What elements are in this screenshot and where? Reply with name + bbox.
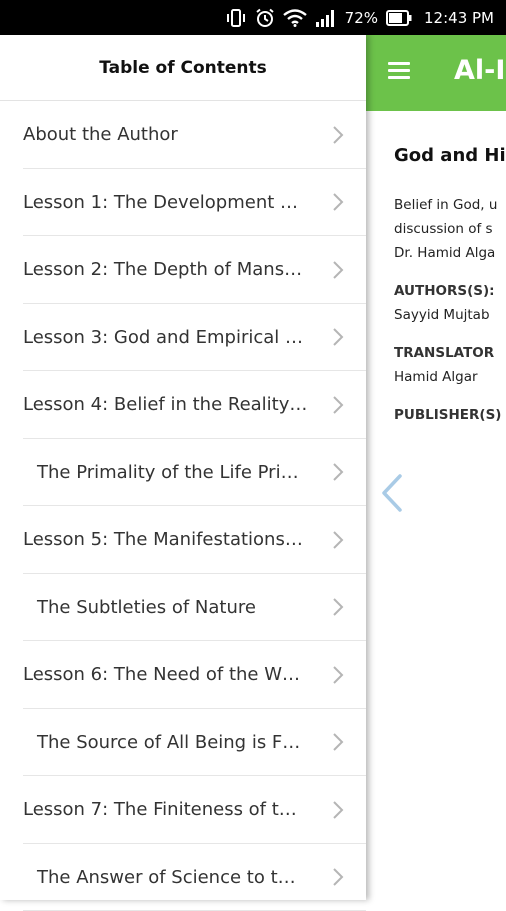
toc-item[interactable]: The Source of All Being is F… xyxy=(0,709,366,777)
description-line: discussion of s xyxy=(394,217,506,241)
chevron-right-icon xyxy=(332,800,344,820)
toc-item-label: Lesson 3: God and Empirical … xyxy=(0,327,303,348)
chevron-right-icon xyxy=(332,462,344,482)
toc-item[interactable]: Lesson 5: The Manifestations… xyxy=(0,506,366,574)
chevron-right-icon xyxy=(332,327,344,347)
alarm-icon xyxy=(255,8,275,28)
chevron-right-icon xyxy=(332,867,344,887)
book-description: Belief in God, u discussion of s Dr. Ham… xyxy=(394,193,506,265)
translators-value: Hamid Algar xyxy=(394,369,478,385)
app-title: Al-Is xyxy=(454,55,506,86)
battery-icon xyxy=(386,10,412,26)
toc-item[interactable]: Lesson 4: Belief in the Reality… xyxy=(0,371,366,439)
menu-icon[interactable] xyxy=(388,62,410,80)
toc-item[interactable]: Lesson 6: The Need of the W… xyxy=(0,641,366,709)
chevron-right-icon xyxy=(332,395,344,415)
toc-item-label: Lesson 7: The Finiteness of t… xyxy=(0,799,297,820)
toc-item-label: Lesson 4: Belief in the Reality… xyxy=(0,394,307,415)
toc-item-label: Lesson 5: The Manifestations… xyxy=(0,529,303,550)
toc-item[interactable]: The Primality of the Life Pri… xyxy=(0,439,366,507)
chevron-right-icon xyxy=(332,597,344,617)
toc-item-label: Lesson 6: The Need of the W… xyxy=(0,664,300,685)
app-bar: Al-Is xyxy=(366,35,506,111)
toc-item-label: The Source of All Being is F… xyxy=(0,732,300,753)
description-line: Belief in God, u xyxy=(394,193,506,217)
toc-item[interactable]: The Subtleties of Nature xyxy=(0,574,366,642)
status-bar: 72% 12:43 PM xyxy=(0,0,506,35)
book-detail-pane: Al-Is God and Hi Belief in God, u discus… xyxy=(366,35,506,900)
description-line: Dr. Hamid Alga xyxy=(394,241,506,265)
battery-percent: 72% xyxy=(345,9,378,27)
previous-arrow-icon[interactable] xyxy=(378,473,406,513)
chevron-right-icon xyxy=(332,125,344,145)
toc-item-label: Lesson 2: The Depth of Mans… xyxy=(0,259,302,280)
publishers-label: PUBLISHER(S) xyxy=(394,407,501,423)
toc-item[interactable]: Lesson 1: The Development of… xyxy=(0,169,366,237)
vibrate-icon xyxy=(225,9,247,27)
toc-item-label: About the Author xyxy=(0,124,178,145)
toc-item-label: The Primality of the Life Pri… xyxy=(0,462,299,483)
clock-time: 12:43 PM xyxy=(424,9,494,27)
toc-item-label: The Answer of Science to t… xyxy=(0,867,296,888)
chevron-right-icon xyxy=(332,665,344,685)
toc-item[interactable]: Lesson 7: The Finiteness of t… xyxy=(0,776,366,844)
toc-item[interactable]: Lesson 3: God and Empirical … xyxy=(0,304,366,372)
chevron-right-icon xyxy=(332,260,344,280)
toc-item[interactable]: Lesson 2: The Depth of Mans… xyxy=(0,236,366,304)
chevron-right-icon xyxy=(332,192,344,212)
toc-item-label: The Subtleties of Nature xyxy=(0,597,256,618)
authors-value: Sayyid Mujtab xyxy=(394,307,490,323)
book-title: God and Hi xyxy=(394,145,506,166)
toc-item[interactable]: About the Author xyxy=(0,101,366,169)
wifi-icon xyxy=(283,9,307,27)
toc-item[interactable]: The Answer of Science to t… xyxy=(0,844,366,911)
chevron-right-icon xyxy=(332,732,344,752)
authors-label: AUTHORS(S): xyxy=(394,283,495,299)
toc-item-label: Lesson 1: The Development of… xyxy=(0,192,308,213)
chevron-right-icon xyxy=(332,530,344,550)
drawer-title: Table of Contents xyxy=(0,35,366,101)
table-of-contents-drawer: Table of Contents About the Author Lesson… xyxy=(0,35,366,900)
signal-icon xyxy=(315,9,337,27)
translators-label: TRANSLATOR xyxy=(394,345,494,361)
toc-list: About the Author Lesson 1: The Developmen… xyxy=(0,101,366,911)
